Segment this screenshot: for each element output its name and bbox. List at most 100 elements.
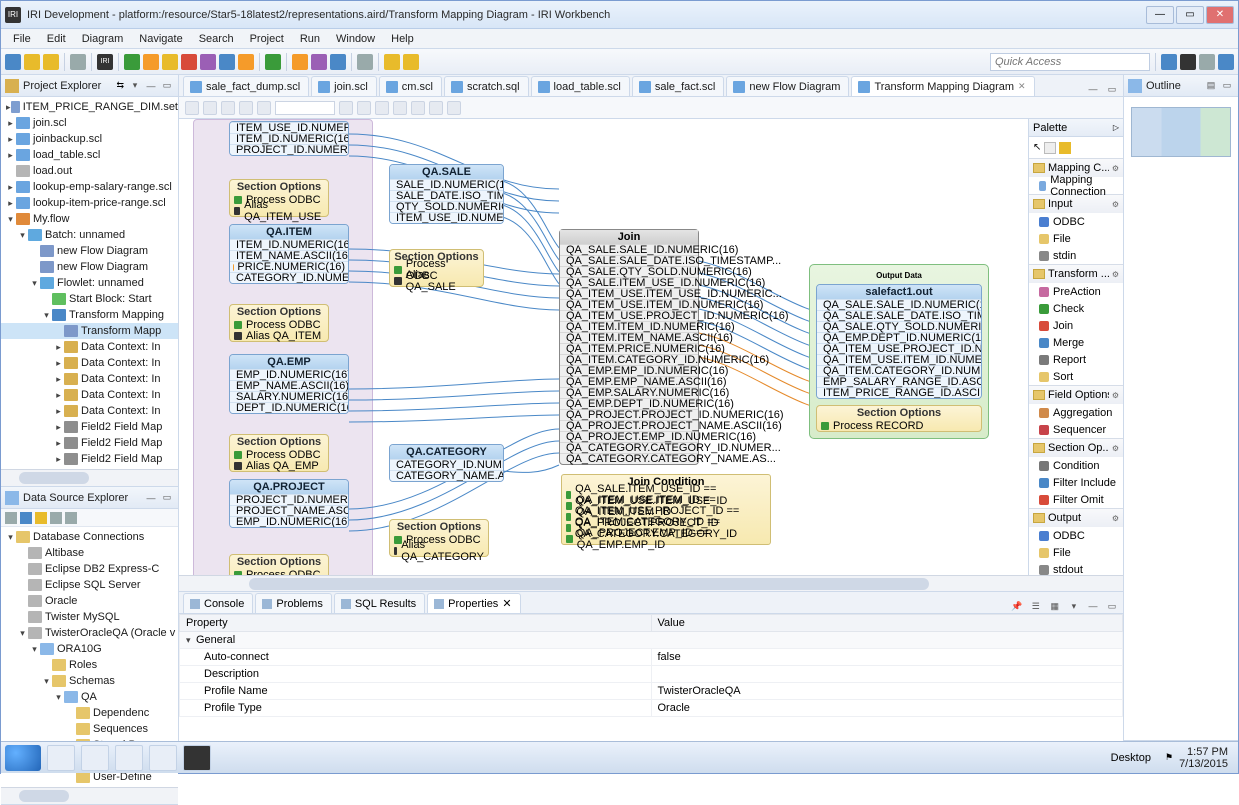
tool-b-icon[interactable] — [239, 101, 253, 115]
tool-i-icon[interactable] — [257, 101, 271, 115]
section-options-node[interactable]: Section OptionsProcess ODBCAlias QA_ITEM — [229, 304, 329, 342]
palette-section-header[interactable]: Field Options⚙ — [1029, 386, 1123, 404]
ds-tool-5-icon[interactable] — [65, 512, 77, 524]
bottom-tab-console[interactable]: Console — [183, 593, 253, 613]
menu-edit[interactable]: Edit — [39, 31, 74, 47]
save-icon[interactable] — [24, 54, 40, 70]
taskbar-chrome-icon[interactable] — [47, 745, 75, 771]
wand-1-icon[interactable] — [124, 54, 140, 70]
bottom-tab-problems[interactable]: Problems — [255, 593, 331, 613]
palette-item[interactable]: ODBC — [1029, 213, 1123, 230]
property-row[interactable]: Auto-connectfalse — [180, 649, 1123, 666]
tree-item[interactable]: ▸lookup-emp-salary-range.scl — [1, 179, 178, 195]
tree-item[interactable]: ▸Data Context: In — [1, 355, 178, 371]
tree-item[interactable]: ▾TwisterOracleQA (Oracle v — [1, 625, 178, 641]
tree-item[interactable]: ▾ORA10G — [1, 641, 178, 657]
section-options-node[interactable]: Section OptionsProcess ODBCAlias QA_ITEM… — [229, 179, 329, 217]
run-icon[interactable] — [265, 54, 281, 70]
section-options-node[interactable]: Section OptionsProcess ODBCAlias QA_PROJ… — [229, 554, 329, 575]
menu-window[interactable]: Window — [328, 31, 383, 47]
diagram-node[interactable]: QA.EMPEMP_ID.NUMERIC(16)EMP_NAME.ASCII(1… — [229, 354, 349, 414]
diagram-node[interactable]: QA.ITEMITEM_ID.NUMERIC(16)ITEM_NAME.ASCI… — [229, 224, 349, 284]
align-2-icon[interactable] — [393, 101, 407, 115]
tree-item[interactable]: ▾Transform Mapping — [1, 307, 178, 323]
editor-tab[interactable]: load_table.scl — [531, 76, 630, 96]
minimize-view-icon[interactable]: — — [144, 79, 158, 93]
join-condition-node[interactable]: Join ConditionQA_SALE.ITEM_USE_ID == QA_… — [561, 474, 771, 545]
diagram-node[interactable]: QA.SALESALE_ID.NUMERIC(16)SALE_DATE.ISO_… — [389, 164, 504, 224]
editor-tab[interactable]: new Flow Diagram — [726, 76, 849, 96]
tree-item[interactable]: Eclipse SQL Server — [1, 577, 178, 593]
section-options-node[interactable]: Section OptionsProcess ODBCAlias QA_EMP — [229, 434, 329, 472]
palette-item[interactable]: Filter Omit — [1029, 491, 1123, 508]
editor-tab[interactable]: scratch.sql — [444, 76, 529, 96]
tree-item[interactable]: ▾My.flow — [1, 211, 178, 227]
clock[interactable]: 1:57 PM 7/13/2015 — [1179, 746, 1234, 770]
diagram-node[interactable]: ITEM_USE_ID.NUMERIC(16)ITEM_ID.NUMERIC(1… — [229, 121, 349, 156]
rect-icon[interactable] — [357, 54, 373, 70]
tree-item[interactable]: ▾QA — [1, 689, 178, 705]
palette-section-header[interactable]: Section Op...⚙ — [1029, 439, 1123, 457]
start-button[interactable] — [5, 745, 41, 771]
menu-search[interactable]: Search — [191, 31, 242, 47]
link-editor-icon[interactable]: ⇆ — [116, 80, 124, 91]
col-property[interactable]: Property — [180, 615, 652, 632]
nav-back-icon[interactable] — [384, 54, 400, 70]
wand-6-icon[interactable] — [219, 54, 235, 70]
layout-1-icon[interactable] — [411, 101, 425, 115]
ds-tool-3-icon[interactable] — [35, 512, 47, 524]
palette-item[interactable]: Merge — [1029, 334, 1123, 351]
maximize-view-icon[interactable]: ▭ — [160, 79, 174, 93]
menu-project[interactable]: Project — [242, 31, 292, 47]
editor-maximize-icon[interactable]: ▭ — [1105, 82, 1119, 96]
ds-tool-4-icon[interactable] — [50, 512, 62, 524]
perspective-iri-icon[interactable] — [1180, 54, 1196, 70]
fill-icon[interactable] — [339, 101, 353, 115]
palette-header[interactable]: Palette▷ — [1029, 119, 1123, 137]
tree-item[interactable]: ▾Schemas — [1, 673, 178, 689]
scrollbar-h[interactable] — [1, 469, 178, 486]
join-node[interactable]: JoinQA_SALE.SALE_ID.NUMERIC(16)QA_SALE.S… — [559, 229, 699, 465]
pin-icon[interactable]: 📌 — [1010, 599, 1024, 613]
close-button[interactable]: ✕ — [1206, 6, 1234, 24]
scrollbar-h[interactable] — [1, 787, 178, 804]
tree-item[interactable]: Start Block: Start — [1, 291, 178, 307]
menu-run[interactable]: Run — [292, 31, 328, 47]
tray-flag-icon[interactable]: ⚑ — [1165, 752, 1173, 763]
ds-tool-2-icon[interactable] — [20, 512, 32, 524]
note-icon[interactable] — [1059, 142, 1071, 154]
palette-item[interactable]: Join — [1029, 317, 1123, 334]
taskbar-snip-icon[interactable] — [149, 745, 177, 771]
tree-icon[interactable]: ☰ — [1029, 599, 1043, 613]
align-1-icon[interactable] — [375, 101, 389, 115]
minimize-view-icon[interactable]: — — [1086, 599, 1100, 613]
tree-item[interactable]: ▸Field2 Field Map — [1, 451, 178, 467]
diagram-node[interactable]: QA.CATEGORYCATEGORY_ID.NUMERIC(16)CATEGO… — [389, 444, 504, 482]
tree-item[interactable]: ▸Data Context: In — [1, 339, 178, 355]
tree-item[interactable]: ▾Flowlet: unnamed — [1, 275, 178, 291]
palette-item[interactable]: Condition — [1029, 457, 1123, 474]
minimize-button[interactable]: — — [1146, 6, 1174, 24]
property-row[interactable]: Profile TypeOracle — [180, 700, 1123, 717]
palette-section-header[interactable]: Input⚙ — [1029, 195, 1123, 213]
maximize-view-icon[interactable]: ▭ — [1105, 599, 1119, 613]
view-menu-icon[interactable]: ▾ — [128, 79, 142, 93]
tree-item[interactable]: ▸lookup-item-price-range.scl — [1, 195, 178, 211]
bottom-tab-properties[interactable]: Properties✕ — [427, 593, 520, 613]
palette-item[interactable]: PreAction — [1029, 283, 1123, 300]
tree-item[interactable]: ▸Field2 Field Map — [1, 435, 178, 451]
property-row[interactable]: Profile NameTwisterOracleQA — [180, 683, 1123, 700]
ds-tool-1-icon[interactable] — [5, 512, 17, 524]
palette-item[interactable]: File — [1029, 230, 1123, 247]
palette-item[interactable]: Sort — [1029, 368, 1123, 385]
tree-item[interactable]: ▸load_table.scl — [1, 147, 178, 163]
tree-item[interactable]: ▸Data Context: In — [1, 387, 178, 403]
tree-item[interactable]: ▸joinbackup.scl — [1, 131, 178, 147]
outline-thumbnail[interactable] — [1124, 97, 1238, 740]
tree-item[interactable]: new Flow Diagram — [1, 259, 178, 275]
perspective-2-icon[interactable] — [1199, 54, 1215, 70]
tree-item[interactable]: Transform Mapp — [1, 323, 178, 339]
tree-item[interactable]: load.out — [1, 163, 178, 179]
wand-3-icon[interactable] — [162, 54, 178, 70]
section-options-node[interactable]: Section OptionsProcess ODBCAlias QA_SALE — [389, 249, 484, 287]
